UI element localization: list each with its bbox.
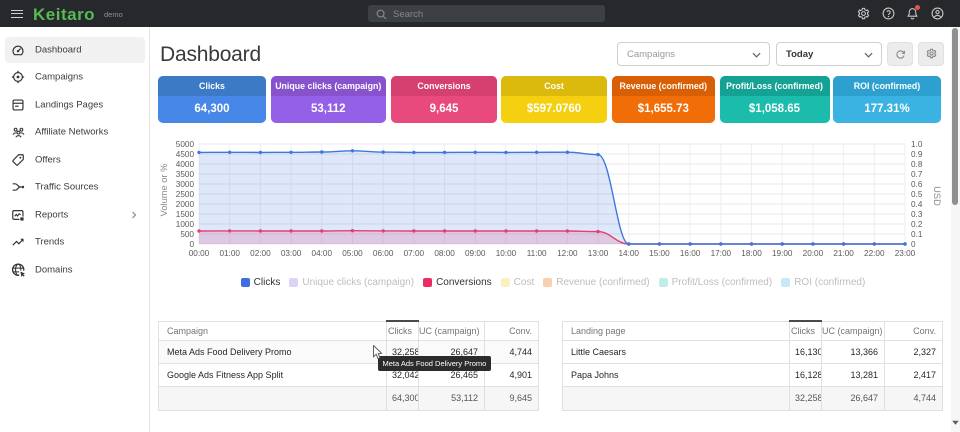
svg-text:02:00: 02:00 <box>250 249 271 258</box>
svg-text:19:00: 19:00 <box>772 249 793 258</box>
svg-text:3500: 3500 <box>176 170 195 179</box>
svg-text:4500: 4500 <box>176 150 195 159</box>
svg-text:0.4: 0.4 <box>911 200 923 209</box>
svg-text:2000: 2000 <box>176 200 195 209</box>
svg-text:0: 0 <box>189 240 194 249</box>
svg-text:17:00: 17:00 <box>711 249 732 258</box>
svg-text:03:00: 03:00 <box>281 249 302 258</box>
svg-text:15:00: 15:00 <box>649 249 670 258</box>
svg-text:16:00: 16:00 <box>680 249 701 258</box>
svg-text:20:00: 20:00 <box>803 249 824 258</box>
svg-text:4000: 4000 <box>176 160 195 169</box>
svg-text:23:00: 23:00 <box>895 249 916 258</box>
svg-text:0: 0 <box>911 240 916 249</box>
svg-text:0.9: 0.9 <box>911 150 923 159</box>
svg-text:0.5: 0.5 <box>911 190 923 199</box>
svg-text:04:00: 04:00 <box>312 249 333 258</box>
svg-text:14:00: 14:00 <box>618 249 639 258</box>
svg-text:07:00: 07:00 <box>404 249 425 258</box>
svg-text:Volume or %: Volume or % <box>159 164 169 217</box>
svg-text:5000: 5000 <box>176 140 195 149</box>
svg-text:08:00: 08:00 <box>434 249 455 258</box>
svg-text:11:00: 11:00 <box>527 249 547 258</box>
svg-text:1.0: 1.0 <box>911 140 923 149</box>
svg-text:0.7: 0.7 <box>911 170 923 179</box>
svg-text:3000: 3000 <box>176 180 195 189</box>
svg-text:0.6: 0.6 <box>911 180 923 189</box>
svg-text:13:00: 13:00 <box>588 249 609 258</box>
svg-text:21:00: 21:00 <box>833 249 854 258</box>
svg-text:0.1: 0.1 <box>911 230 923 239</box>
svg-text:09:00: 09:00 <box>465 249 486 258</box>
svg-text:05:00: 05:00 <box>342 249 363 258</box>
svg-text:12:00: 12:00 <box>557 249 578 258</box>
svg-text:18:00: 18:00 <box>741 249 762 258</box>
svg-text:22:00: 22:00 <box>864 249 885 258</box>
svg-text:01:00: 01:00 <box>219 249 240 258</box>
svg-text:0.3: 0.3 <box>911 210 923 219</box>
svg-text:06:00: 06:00 <box>373 249 394 258</box>
svg-text:0.8: 0.8 <box>911 160 923 169</box>
svg-text:1000: 1000 <box>176 220 195 229</box>
svg-text:00:00: 00:00 <box>189 249 210 258</box>
svg-text:USD: USD <box>932 186 942 206</box>
svg-text:2500: 2500 <box>176 190 195 199</box>
svg-text:0.2: 0.2 <box>911 220 923 229</box>
svg-text:500: 500 <box>180 230 194 239</box>
svg-text:1500: 1500 <box>176 210 195 219</box>
svg-text:10:00: 10:00 <box>496 249 517 258</box>
